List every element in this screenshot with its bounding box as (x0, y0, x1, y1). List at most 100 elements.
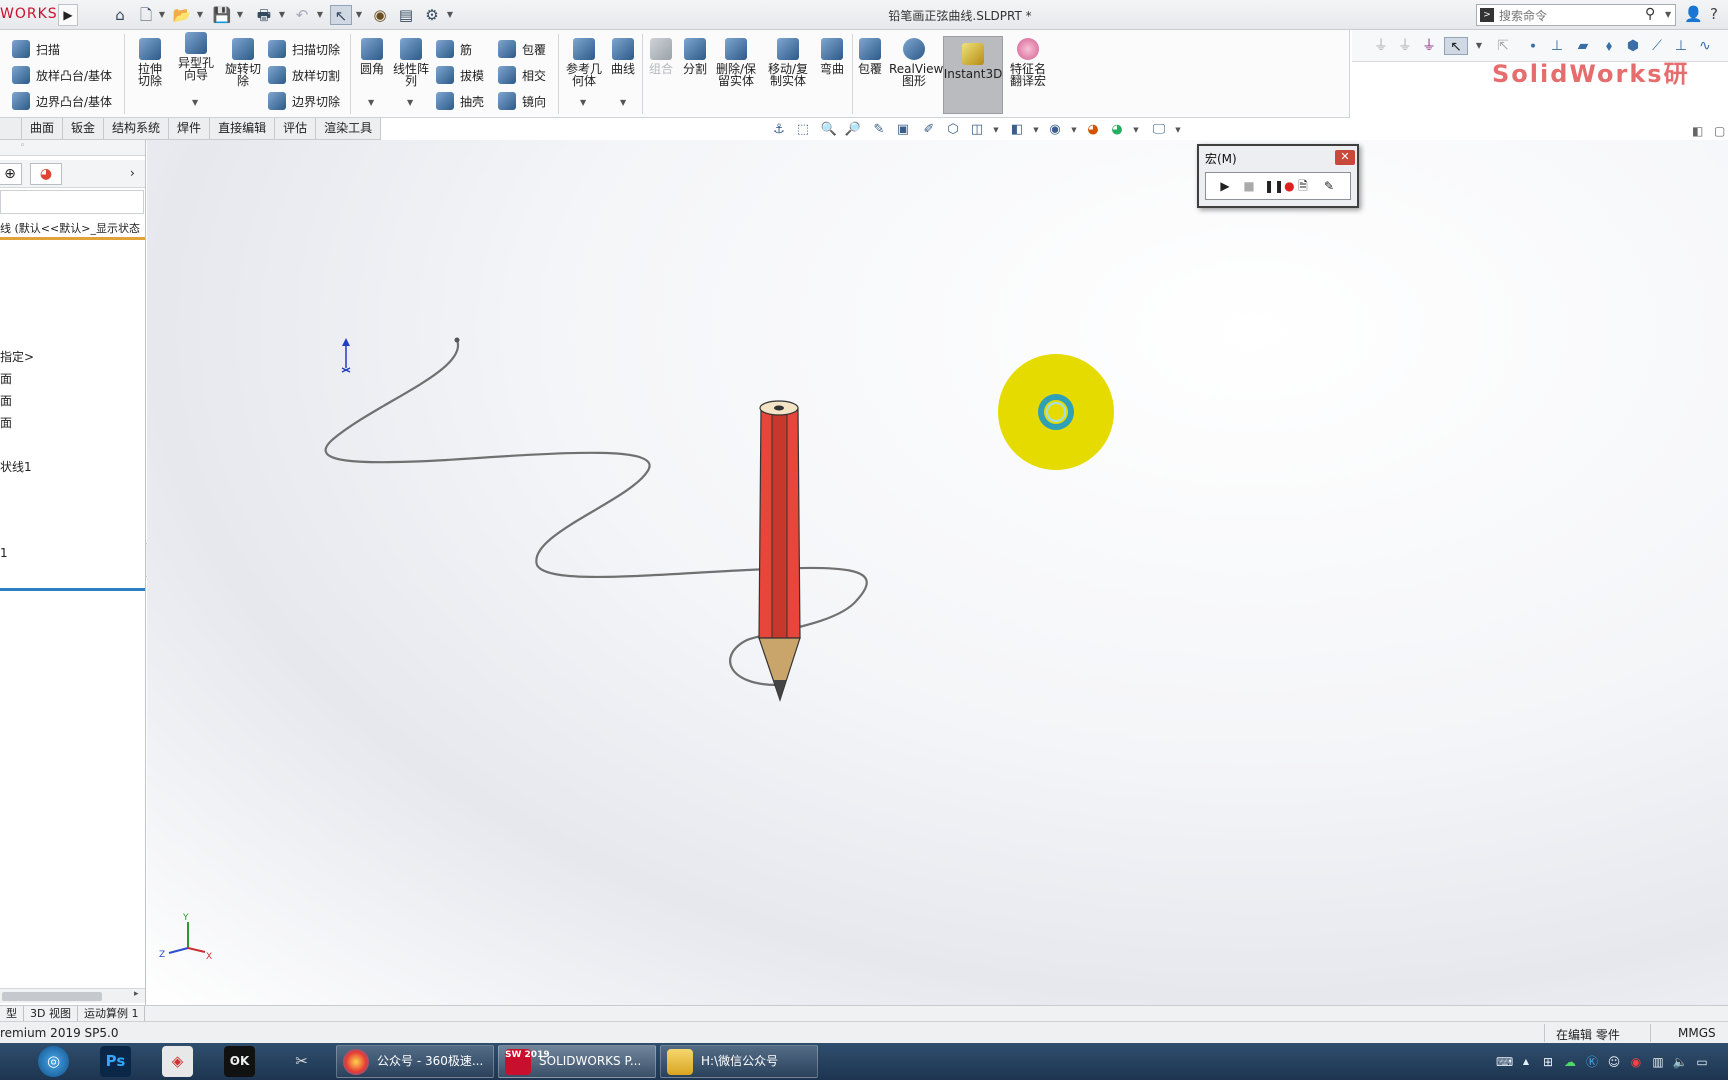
scroll-right-icon[interactable]: ▸ (134, 989, 139, 999)
fillet-button[interactable]: 圆角 (354, 38, 390, 75)
tab-weldments[interactable]: 焊件 (169, 118, 211, 140)
home-icon[interactable]: ⌂ (110, 5, 130, 25)
open-folder-icon[interactable]: 📂 (172, 5, 192, 25)
rebuild-traffic-light-icon[interactable]: ◉ (372, 5, 388, 25)
horizontal-scrollbar[interactable]: ▸ (0, 988, 145, 1003)
tab-surfaces[interactable]: 曲面 (22, 118, 64, 140)
save-dropdown-icon[interactable]: ▼ (236, 5, 244, 25)
edit-appearance-icon[interactable]: ◧ (1008, 121, 1026, 139)
sweep-button[interactable]: 扫描 (12, 38, 60, 60)
smart-dimension-icon[interactable]: ⊥ (1548, 37, 1566, 55)
split-button[interactable]: 分割 (680, 38, 710, 75)
hole-wizard-button[interactable]: 异型孔向导 (172, 32, 220, 81)
curve-start-point[interactable] (454, 337, 460, 343)
stop-macro-icon[interactable]: ■ (1240, 177, 1258, 195)
boundary-boss-button[interactable]: 边界凸台/基体 (12, 90, 112, 112)
tab-sheet-metal[interactable]: 钣金 (63, 118, 105, 140)
menu-expand-button[interactable]: ▶ (58, 4, 78, 26)
monitor-dropdown-icon[interactable]: ▼ (1174, 121, 1182, 139)
tab-features[interactable] (0, 118, 22, 140)
extrude-cut-button[interactable]: 拉伸切除 (128, 38, 172, 87)
curve-icon[interactable]: ∿ (1696, 37, 1714, 55)
edit-macro-icon[interactable]: ✎ (1320, 177, 1338, 195)
tray-expand-icon[interactable]: ▲ (1518, 1054, 1534, 1070)
user-account-icon[interactable]: 👤 (1684, 5, 1703, 23)
scene-dropdown-icon[interactable]: ▼ (1070, 121, 1078, 139)
mirror-button[interactable]: 镜向 (498, 90, 546, 112)
taskbar-solidworks-button[interactable]: SW 2019 SOLIDWORKS P... (498, 1045, 656, 1078)
intersect-button[interactable]: 相交 (498, 64, 546, 86)
run-macro-icon[interactable]: ▶ (1216, 177, 1234, 195)
revolve-cut-button[interactable]: 旋转切除 (220, 38, 266, 87)
previous-view-icon[interactable]: ⚓ (770, 121, 788, 139)
rib-button[interactable]: 筋 (436, 38, 472, 60)
swept-cut-button[interactable]: 扫描切除 (268, 38, 340, 60)
tree-item-right-plane[interactable]: 面 (0, 414, 12, 431)
tree-item-top-plane[interactable]: 面 (0, 392, 12, 409)
reference-geometry-button[interactable]: 参考几何体 (562, 38, 606, 87)
network-icon[interactable]: ▥ (1650, 1054, 1666, 1070)
plane-icon[interactable]: ▰ (1574, 37, 1592, 55)
draft-button[interactable]: 拔模 (436, 64, 484, 86)
boundary-cut-button[interactable]: 边界切除 (268, 90, 340, 112)
realview-dropdown-icon[interactable]: ▼ (1132, 121, 1140, 139)
zoom-area-icon[interactable]: 🔎 (844, 121, 862, 139)
apply-scene-icon[interactable]: ◉ (1046, 121, 1064, 139)
reference-dropdown-icon[interactable]: ▼ (580, 98, 586, 107)
qq-icon[interactable]: ☺ (1606, 1054, 1622, 1070)
graphics-area[interactable]: Y X Z (147, 140, 1728, 1005)
zoom-to-area-icon[interactable]: ⬚ (794, 121, 812, 139)
open-dropdown-icon[interactable]: ▼ (196, 5, 204, 25)
new-dropdown-icon[interactable]: ▼ (158, 5, 166, 25)
fillet-dropdown-icon[interactable]: ▼ (368, 98, 374, 107)
app-icon[interactable]: ◈ (162, 1046, 193, 1077)
k-app-icon[interactable]: Ⓚ (1584, 1054, 1600, 1070)
selection-filter-icon[interactable]: ⇱ (1494, 37, 1512, 55)
hide-show-dropdown-icon[interactable]: ▼ (992, 121, 1000, 139)
volume-icon[interactable]: 🔈 (1672, 1054, 1688, 1070)
new-macro-icon[interactable]: 🗎 (1294, 177, 1312, 195)
filter-toggle-icon[interactable]: ⏚ (1396, 37, 1414, 55)
tab-model[interactable]: 型 (0, 1006, 24, 1021)
tab-motion-study[interactable]: 运动算例 1 (78, 1006, 146, 1021)
file-properties-icon[interactable]: ▤ (396, 5, 416, 25)
realview-graphics-icon[interactable]: ◕ (1108, 121, 1126, 139)
feature-tree-root[interactable]: 线 (默认<<默认>_显示状态 (0, 220, 145, 240)
linear-pattern-button[interactable]: 线性阵列 (390, 38, 432, 87)
appearance-dropdown-icon[interactable]: ▼ (1032, 121, 1040, 139)
lofted-cut-button[interactable]: 放样切割 (268, 64, 340, 86)
search-commands[interactable]: > ⚲ ▼ (1476, 4, 1676, 26)
units-selector[interactable]: MMGS (1678, 1026, 1716, 1040)
line-icon[interactable]: ⟋ (1648, 37, 1666, 55)
filter-edges-icon[interactable]: ⏚ (1420, 37, 1438, 55)
realview-button[interactable]: RealView图形 (888, 38, 943, 87)
tab-3d-views[interactable]: 3D 视图 (24, 1006, 78, 1021)
tab-direct-editing[interactable]: 直接编辑 (210, 118, 276, 140)
feature-tree-filter[interactable] (0, 190, 144, 214)
scrollbar-thumb[interactable] (2, 992, 102, 1001)
chevron-right-icon[interactable]: › (130, 166, 135, 180)
monitor-icon[interactable]: 🖵 (1150, 121, 1168, 139)
help-icon[interactable]: ? (1710, 5, 1718, 23)
feature-translate-macro-button[interactable]: 特征名翻译宏 (1006, 38, 1050, 87)
search-icon[interactable]: ⚲ (1645, 6, 1655, 22)
options-gear-icon[interactable]: ⚙ (422, 5, 442, 25)
photoshop-icon[interactable]: Ps (100, 1046, 131, 1077)
notification-icon[interactable]: ▭ (1694, 1054, 1710, 1070)
select-arrow-icon[interactable]: ↖ (1444, 37, 1468, 55)
filter-icon[interactable]: ⏚ (1372, 37, 1390, 55)
delete-keep-body-button[interactable]: 删除/保留实体 (712, 38, 760, 87)
pencil-model[interactable] (758, 400, 801, 702)
record-macro-icon[interactable]: ❚❚● (1264, 177, 1295, 195)
section-view-icon[interactable]: ✎ (870, 121, 888, 139)
loft-boss-button[interactable]: 放样凸台/基体 (12, 64, 112, 86)
flex-button[interactable]: 弯曲 (816, 38, 848, 75)
view-orientation-icon[interactable]: ✐ (920, 121, 938, 139)
rollback-bar[interactable] (0, 588, 145, 591)
curves-dropdown-icon[interactable]: ▼ (620, 98, 626, 107)
options-dropdown-icon[interactable]: ▼ (446, 5, 454, 25)
dynamic-annotation-icon[interactable]: ▣ (894, 121, 912, 139)
dimxpert-manager-icon[interactable]: ⊕ (0, 163, 22, 185)
search-dropdown-icon[interactable]: ▼ (1665, 10, 1671, 19)
record-icon[interactable]: ◉ (1628, 1054, 1644, 1070)
